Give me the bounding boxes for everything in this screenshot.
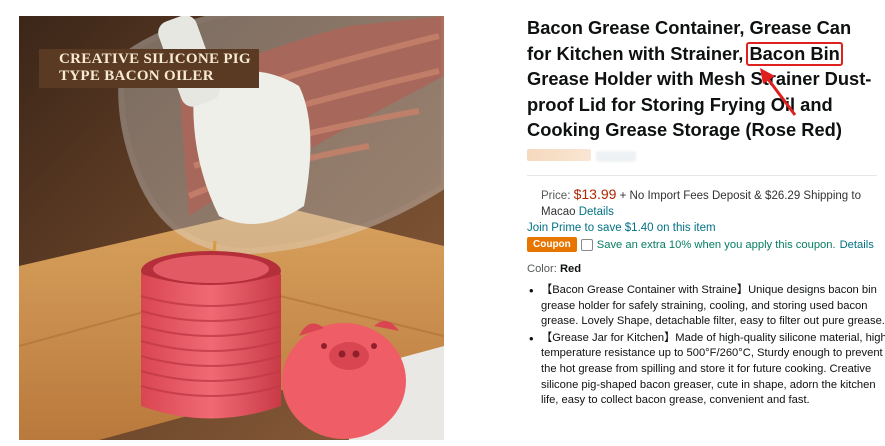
feature-bullet: 【Bacon Grease Container with Straine】Uni… — [529, 283, 885, 330]
banner-line-2: TYPE BACON OILER — [59, 68, 214, 84]
product-image[interactable]: CREATIVE SILICONE PIG TYPE BACON OILER — [19, 16, 444, 440]
divider — [527, 175, 877, 176]
image-banner: CREATIVE SILICONE PIG TYPE BACON OILER — [39, 49, 259, 88]
rating-count-blurred[interactable] — [596, 151, 636, 162]
price-row: Price: $13.99 + No Import Fees Deposit &… — [541, 186, 881, 220]
prime-link[interactable]: Join Prime to save $1.40 on this item — [527, 222, 716, 234]
feature-bullets: 【Bacon Grease Container with Straine】Uni… — [527, 283, 885, 410]
coupon-text: Save an extra 10% when you apply this co… — [596, 238, 836, 251]
product-info: Bacon Grease Container, Grease Can for K… — [527, 15, 877, 161]
coupon-row: Coupon Save an extra 10% when you apply … — [527, 237, 874, 252]
color-value: Red — [559, 263, 582, 275]
price-value: $13.99 — [573, 186, 617, 202]
title-part-2: Grease Holder with Mesh Strainer Dust-pr… — [527, 68, 872, 141]
color-label: Color: — [527, 263, 557, 275]
feature-bullet: 【Grease Jar for Kitchen】Made of high-qua… — [529, 331, 885, 409]
banner-line-1: CREATIVE SILICONE PIG — [59, 51, 251, 67]
color-row: Color: Red — [527, 263, 581, 275]
coupon-details-link[interactable]: Details — [840, 239, 874, 251]
coupon-checkbox[interactable] — [580, 238, 593, 251]
price-label: Price: — [541, 190, 571, 202]
highlighted-keyword: Bacon Bin — [746, 41, 843, 66]
coupon-badge: Coupon — [527, 237, 577, 252]
rating-stars-blurred[interactable] — [527, 148, 591, 161]
product-title[interactable]: Bacon Grease Container, Grease Can for K… — [527, 15, 877, 143]
details-link[interactable]: Details — [579, 206, 614, 218]
